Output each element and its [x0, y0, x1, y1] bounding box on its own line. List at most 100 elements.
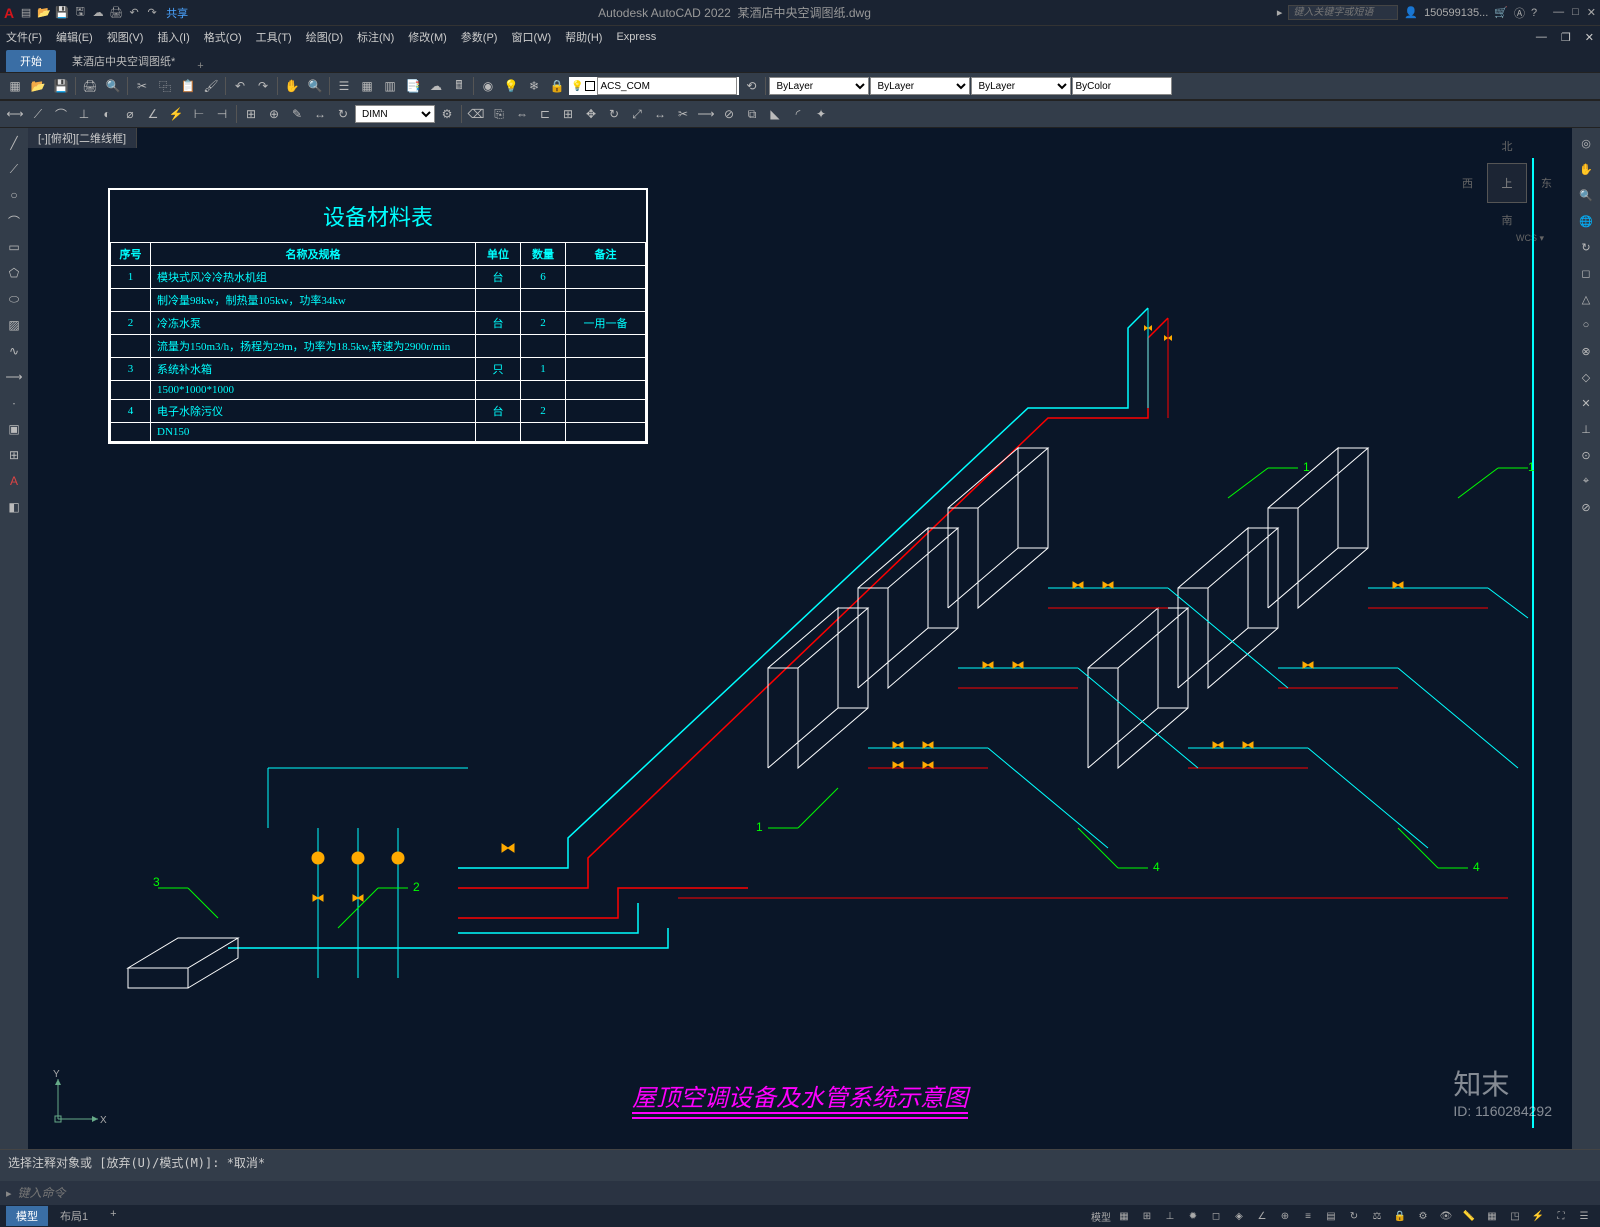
- tb-markup-icon[interactable]: ☁: [425, 75, 447, 97]
- dim-linear-icon[interactable]: ⟷: [4, 103, 26, 125]
- nav-pan-icon[interactable]: ✋: [1575, 158, 1597, 180]
- sb-units-icon[interactable]: 📏: [1459, 1207, 1479, 1225]
- sb-cycle-icon[interactable]: ↻: [1344, 1207, 1364, 1225]
- mtext-icon[interactable]: A: [3, 470, 25, 492]
- dim-update-icon[interactable]: ↻: [332, 103, 354, 125]
- tab-add-button[interactable]: +: [191, 60, 209, 72]
- dim-ord-icon[interactable]: ⊥: [73, 103, 95, 125]
- center-icon[interactable]: ⊕: [263, 103, 285, 125]
- plot-icon[interactable]: 🖨: [108, 5, 124, 21]
- dim-aligned-icon[interactable]: ⟋: [27, 103, 49, 125]
- doc-close-icon[interactable]: ✕: [1585, 31, 1594, 44]
- trim-icon[interactable]: ✂: [672, 103, 694, 125]
- tab-start[interactable]: 开始: [6, 50, 56, 72]
- maximize-icon[interactable]: □: [1572, 6, 1579, 19]
- rotate-icon[interactable]: ↻: [603, 103, 625, 125]
- tb-plot-icon[interactable]: 🖨: [79, 75, 101, 97]
- close-icon[interactable]: ✕: [1587, 6, 1596, 19]
- tab-document[interactable]: 某酒店中央空调图纸*: [58, 50, 189, 72]
- sb-lw-icon[interactable]: ≡: [1298, 1207, 1318, 1225]
- arc-tool-icon[interactable]: ⌒: [3, 210, 25, 232]
- menu-express[interactable]: Express: [616, 31, 656, 43]
- layer-off-icon[interactable]: 💡: [500, 75, 522, 97]
- menu-edit[interactable]: 编辑(E): [56, 29, 93, 45]
- rect-icon[interactable]: ▭: [3, 236, 25, 258]
- sb-model[interactable]: 模型: [1091, 1207, 1111, 1225]
- dim-cont-icon[interactable]: ⊣: [211, 103, 233, 125]
- snap-tan-icon[interactable]: ⊙: [1575, 444, 1597, 466]
- command-input[interactable]: [18, 1186, 1594, 1200]
- dim-arc-icon[interactable]: ⌒: [50, 103, 72, 125]
- snap-perp-icon[interactable]: ⊥: [1575, 418, 1597, 440]
- layer-prev-icon[interactable]: ⟲: [740, 75, 762, 97]
- sb-3dosnap-icon[interactable]: ◈: [1229, 1207, 1249, 1225]
- sb-otrack-icon[interactable]: ∠: [1252, 1207, 1272, 1225]
- help-icon[interactable]: ?: [1531, 7, 1537, 19]
- chamfer-icon[interactable]: ◣: [764, 103, 786, 125]
- help-search-input[interactable]: [1288, 5, 1398, 20]
- nav-zoom-icon[interactable]: 🔍: [1575, 184, 1597, 206]
- undo-icon[interactable]: ↶: [126, 5, 142, 21]
- layer-lock-icon[interactable]: 🔒: [546, 75, 568, 97]
- drawing-canvas[interactable]: [-][俯视][二维线框] 北 南 东 西 上 WCS ▾: [28, 128, 1572, 1149]
- tb-copy-icon[interactable]: ⿻: [154, 75, 176, 97]
- tb-dc-icon[interactable]: ▦: [356, 75, 378, 97]
- explode-icon[interactable]: ✦: [810, 103, 832, 125]
- sb-polar-icon[interactable]: ✹: [1183, 1207, 1203, 1225]
- dim-rad-icon[interactable]: ◐: [96, 103, 118, 125]
- menu-window[interactable]: 窗口(W): [511, 29, 551, 45]
- sb-annomon-icon[interactable]: 👁: [1436, 1207, 1456, 1225]
- tab-layout-add[interactable]: +: [100, 1206, 126, 1226]
- copy-icon[interactable]: ⎘: [488, 103, 510, 125]
- mirror-icon[interactable]: ⇔: [511, 103, 533, 125]
- tb-match-icon[interactable]: 🖌: [200, 75, 222, 97]
- nav-wheel-icon[interactable]: ◎: [1575, 132, 1597, 154]
- sb-hw-icon[interactable]: ⚡: [1528, 1207, 1548, 1225]
- dim-edit-icon[interactable]: ✎: [286, 103, 308, 125]
- extend-icon[interactable]: ⟶: [695, 103, 717, 125]
- snap-mid-icon[interactable]: △: [1575, 288, 1597, 310]
- snap-cen-icon[interactable]: ○: [1575, 314, 1597, 336]
- snap-node-icon[interactable]: ⊗: [1575, 340, 1597, 362]
- region-icon[interactable]: ◧: [3, 496, 25, 518]
- array-icon[interactable]: ⊞: [557, 103, 579, 125]
- menu-help[interactable]: 帮助(H): [565, 29, 602, 45]
- sb-osnap-icon[interactable]: ◻: [1206, 1207, 1226, 1225]
- tb-cut-icon[interactable]: ✂: [131, 75, 153, 97]
- spline-icon[interactable]: ∿: [3, 340, 25, 362]
- menu-param[interactable]: 参数(P): [461, 29, 498, 45]
- tb-prop-icon[interactable]: ☰: [333, 75, 355, 97]
- user-label[interactable]: 150599135...: [1424, 7, 1488, 19]
- menu-dim[interactable]: 标注(N): [357, 29, 394, 45]
- move-icon[interactable]: ✥: [580, 103, 602, 125]
- offset-icon[interactable]: ⊏: [534, 103, 556, 125]
- dim-tedit-icon[interactable]: ↔: [309, 103, 331, 125]
- hatch-icon[interactable]: ▨: [3, 314, 25, 336]
- color-dropdown[interactable]: ByLayer: [769, 77, 869, 95]
- tb-save-icon[interactable]: 💾: [50, 75, 72, 97]
- menu-format[interactable]: 格式(O): [204, 29, 242, 45]
- saveas-icon[interactable]: 🖫: [72, 5, 88, 21]
- tb-undo-icon[interactable]: ↶: [229, 75, 251, 97]
- dim-base-icon[interactable]: ⊢: [188, 103, 210, 125]
- dim-dia-icon[interactable]: ⌀: [119, 103, 141, 125]
- tb-zoom-icon[interactable]: 🔍: [304, 75, 326, 97]
- join-icon[interactable]: ⧉: [741, 103, 763, 125]
- snap-none-icon[interactable]: ⊘: [1575, 496, 1597, 518]
- dim-quick-icon[interactable]: ⚡: [165, 103, 187, 125]
- polygon-icon[interactable]: ⬠: [3, 262, 25, 284]
- sb-iso-icon[interactable]: ◳: [1505, 1207, 1525, 1225]
- tb-preview-icon[interactable]: 🔍: [102, 75, 124, 97]
- new-icon[interactable]: ▤: [18, 5, 34, 21]
- cart-icon[interactable]: 🛒: [1494, 6, 1508, 19]
- layer-dropdown[interactable]: [597, 77, 737, 95]
- snap-end-icon[interactable]: ◻: [1575, 262, 1597, 284]
- tb-ssm-icon[interactable]: 📑: [402, 75, 424, 97]
- point-icon[interactable]: ∙: [3, 392, 25, 414]
- sb-snap-icon[interactable]: ⊞: [1137, 1207, 1157, 1225]
- tb-new-icon[interactable]: ▦: [4, 75, 26, 97]
- scale-icon[interactable]: ⤢: [626, 103, 648, 125]
- app-menu-icon[interactable]: Ⓐ: [1514, 5, 1525, 21]
- tb-open-icon[interactable]: 📂: [27, 75, 49, 97]
- sb-ortho-icon[interactable]: ⊥: [1160, 1207, 1180, 1225]
